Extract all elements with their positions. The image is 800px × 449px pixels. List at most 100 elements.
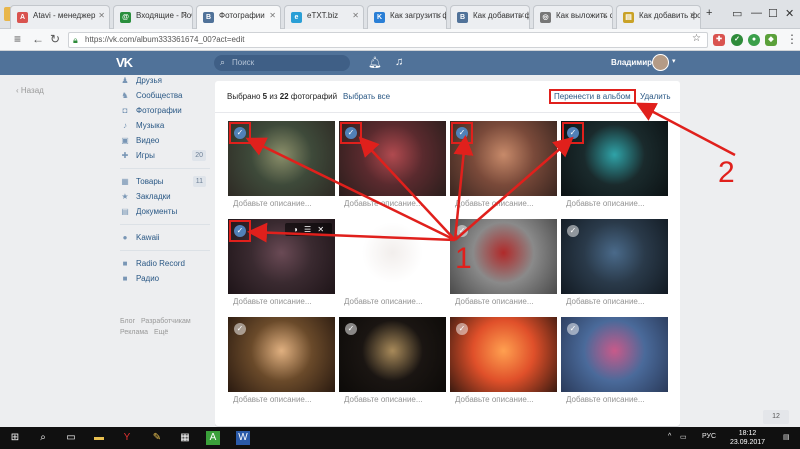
sidebar-item[interactable]: ✚ Игры 20 [120,149,210,164]
photo-thumbnail[interactable]: ✓ ◑ ☰ ✕ [228,219,335,294]
paint-icon[interactable]: ✎ [150,431,164,445]
photo-card[interactable]: ✓ Добавьте описание... [450,317,557,412]
network-icon[interactable]: ▭ [680,433,687,441]
music-note-icon[interactable]: ♫ [395,56,403,68]
photo-description-input[interactable]: Добавьте описание... [455,199,534,208]
delete-button[interactable]: Удалить [640,92,671,101]
extension-shield-icon[interactable]: ✚ [713,34,725,46]
reload-icon[interactable]: ↻ [50,32,60,46]
footer-link-blog[interactable]: Блог [120,318,135,325]
browser-tab[interactable]: A Atavi - менеджер ✕ [10,5,110,29]
photo-select-checkbox[interactable]: ✓ [456,323,468,335]
photo-card[interactable]: ✓ Добавьте описание... [561,121,668,216]
footer-link-ads[interactable]: Реклама [120,329,148,336]
photo-description-input[interactable]: Добавьте описание... [344,297,423,306]
avatar[interactable] [652,54,669,71]
word-icon[interactable]: W [236,431,250,445]
search-input[interactable]: ⌕ Поиск [214,55,350,71]
app-launcher-icon[interactable]: A [206,431,220,445]
search-icon[interactable]: ⌕ [36,431,50,445]
chevron-down-icon[interactable]: ▾ [672,57,676,65]
photo-thumbnail[interactable]: ✓ [339,219,446,294]
sidebar-item[interactable]: ★ Закладки [120,190,210,205]
tray-up-icon[interactable]: ^ [668,433,671,440]
photo-thumbnail[interactable]: ✓ [339,317,446,392]
photo-description-input[interactable]: Добавьте описание... [233,395,312,404]
back-link[interactable]: ‹ Назад [16,86,44,95]
browser-tab[interactable]: В Фотографии ✕ [196,5,281,30]
sidebar-item[interactable]: ▤ Документы [120,205,210,220]
minimize-button[interactable]: — [751,7,762,19]
vk-logo[interactable]: VK [116,55,133,70]
photo-description-input[interactable]: Добавьте описание... [233,297,312,306]
photo-description-input[interactable]: Добавьте описание... [233,199,312,208]
url-input[interactable]: 🔒︎ https://vk.com/album333361674_00?act=… [68,32,708,48]
move-to-album-button[interactable]: Перенести в альбом [549,89,636,104]
photo-card[interactable]: ✓ Добавьте описание... [339,219,446,314]
sidebar-item[interactable]: ♞ Сообщества [120,89,210,104]
browser-tab[interactable]: @Входящие - Почта✕ [113,5,193,29]
maximize-button[interactable]: ☐ [768,7,778,20]
notifications-bell-icon[interactable]: 🔔︎ [368,56,382,69]
photo-description-input[interactable]: Добавьте описание... [344,395,423,404]
photo-description-input[interactable]: Добавьте описание... [455,297,534,306]
close-tab-icon[interactable]: ✕ [601,11,608,20]
language-indicator[interactable]: РУС [702,433,716,440]
photo-thumbnail[interactable]: ✓ [450,121,557,196]
bookmark-star-icon[interactable]: ☆ [692,33,701,44]
photo-select-checkbox[interactable]: ✓ [234,323,246,335]
browser-tab[interactable]: ◎Как выложить фото✕ [533,5,613,29]
close-tab-icon[interactable]: ✕ [269,11,276,20]
photo-card[interactable]: ✓ Добавьте описание... [561,219,668,314]
extension-badge-icon[interactable]: ◆ [765,34,777,46]
close-tab-icon[interactable]: ✕ [352,11,359,20]
sidebar-item[interactable]: ♟ Друзья [120,74,210,89]
photo-description-input[interactable]: Добавьте описание... [344,199,423,208]
notifications-icon[interactable]: ▤ [783,433,790,441]
menu-icon[interactable]: ≡ [14,32,21,46]
photo-select-checkbox[interactable]: ✓ [567,323,579,335]
tab-manager-icon[interactable]: ▭ [732,7,742,20]
photo-thumbnail[interactable]: ✓ [450,317,557,392]
photo-select-checkbox[interactable]: ✓ [345,323,357,335]
page-counter[interactable]: 12 [763,410,789,424]
photo-thumbnail[interactable]: ✓ [228,317,335,392]
browser-tab[interactable]: KКак загрузить фото✕ [367,5,447,29]
sidebar-item[interactable]: ◘ Фотографии [120,104,210,119]
task-view-icon[interactable]: ▭ [64,431,78,445]
user-name[interactable]: Владимир [611,58,652,67]
photo-description-input[interactable]: Добавьте описание... [566,297,645,306]
photo-description-input[interactable]: Добавьте описание... [455,395,534,404]
close-tab-icon[interactable]: ✕ [98,11,105,20]
photo-card[interactable]: ✓ ◑ ☰ ✕ Добавьте описание... [228,219,335,314]
footer-link-more[interactable]: Ещё [154,329,168,336]
sidebar-item[interactable]: ♪ Музыка [120,119,210,134]
browser-tab[interactable]: ВКак добавить фото✕ [450,5,530,29]
photo-thumbnail[interactable]: ✓ [339,121,446,196]
windows-start-icon[interactable]: ⊞ [8,431,22,445]
close-tab-icon[interactable]: ✕ [435,11,442,20]
photo-card[interactable]: ✓ Добавьте описание... [228,121,335,216]
sidebar-item[interactable]: ● Kawaii [120,231,210,246]
photo-card[interactable]: ✓ Добавьте описание... [561,317,668,412]
photo-select-checkbox[interactable]: ✓ [345,225,357,237]
photo-card[interactable]: ✓ Добавьте описание... [228,317,335,412]
close-tab-icon[interactable]: ✕ [181,11,188,20]
extension-check-icon[interactable]: ✓ [731,34,743,46]
extension-globe-icon[interactable]: ● [748,34,760,46]
sidebar-item[interactable]: ▦ Товары 11 [120,175,210,190]
browser-tab[interactable]: e eTXT.biz ✕ [284,5,364,29]
photo-thumbnail[interactable]: ✓ [228,121,335,196]
photo-select-checkbox[interactable]: ✓ [456,225,468,237]
photo-select-checkbox[interactable]: ✓ [567,225,579,237]
photo-card[interactable]: ✓ Добавьте описание... [450,121,557,216]
photo-card[interactable]: ✓ Добавьте описание... [339,121,446,216]
clock[interactable]: 18:12 23.09.2017 [730,429,765,447]
photo-thumbnail[interactable]: ✓ [561,219,668,294]
sidebar-item[interactable]: ▣ Видео [120,134,210,149]
calculator-icon[interactable]: ▦ [178,431,192,445]
photo-description-input[interactable]: Добавьте описание... [566,395,645,404]
back-icon[interactable]: ← [32,32,44,46]
photo-thumbnail[interactable]: ✓ [561,317,668,392]
photo-card[interactable]: ✓ Добавьте описание... [339,317,446,412]
